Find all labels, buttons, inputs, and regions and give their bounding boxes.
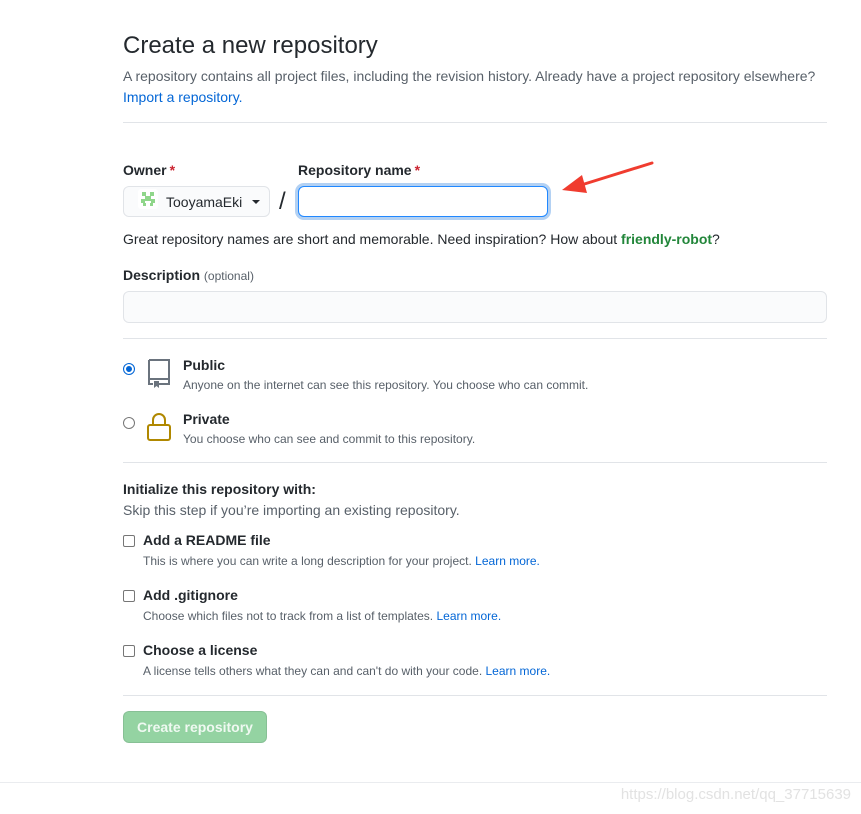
public-radio[interactable] (123, 363, 135, 375)
owner-name: TooyamaEki (166, 193, 243, 210)
gitignore-option-title: Add .gitignore (143, 587, 238, 603)
readme-checkbox[interactable] (123, 535, 135, 547)
public-option-note: Anyone on the internet can see this repo… (183, 378, 589, 392)
readme-option-note: This is where you can write a long descr… (143, 554, 540, 568)
annotation-arrow-icon (562, 161, 654, 193)
footer-divider (0, 782, 861, 783)
private-radio[interactable] (123, 417, 135, 429)
license-option-title: Choose a license (143, 642, 258, 658)
owner-repo-separator: / (279, 188, 286, 215)
repo-name-label: Repository name * (298, 162, 420, 178)
optional-note: (optional) (203, 269, 254, 283)
readme-note-text: This is where you can write a long descr… (143, 554, 472, 568)
description-input[interactable] (123, 291, 827, 323)
divider (123, 462, 827, 463)
init-heading: Initialize this repository with: (123, 481, 316, 497)
description-label-text: Description (123, 267, 201, 283)
license-option-note: A license tells others what they can and… (143, 664, 550, 678)
divider (123, 338, 827, 339)
owner-avatar-icon (138, 189, 158, 214)
license-checkbox[interactable] (123, 645, 135, 657)
private-option-note: You choose who can see and commit to thi… (183, 432, 476, 446)
readme-option-title: Add a README file (143, 532, 271, 548)
license-note-text: A license tells others what they can and… (143, 664, 483, 678)
chevron-down-icon (252, 199, 261, 204)
description-label: Description (optional) (123, 267, 254, 283)
repo-name-hint-text: Great repository names are short and mem… (123, 231, 622, 247)
gitignore-option-note: Choose which files not to track from a l… (143, 609, 501, 623)
page-title: Create a new repository (123, 32, 378, 59)
repository-name-input[interactable] (298, 186, 548, 217)
init-subheading: Skip this step if you’re importing an ex… (123, 502, 460, 518)
name-suggestion-link[interactable]: friendly-robot (621, 231, 712, 247)
page-description-text: A repository contains all project files,… (123, 68, 816, 84)
page-description: A repository contains all project files,… (123, 66, 823, 108)
owner-dropdown[interactable]: TooyamaEki (123, 186, 270, 217)
private-option-title: Private (183, 411, 230, 427)
owner-label-text: Owner (123, 162, 167, 178)
import-repository-link[interactable]: Import a repository. (123, 89, 243, 105)
license-learn-more-link[interactable]: Learn more. (486, 664, 551, 678)
create-repository-button[interactable]: Create repository (123, 711, 267, 743)
watermark: https://blog.csdn.net/qq_37715639 (620, 786, 851, 803)
divider (123, 695, 827, 696)
readme-learn-more-link[interactable]: Learn more. (475, 554, 540, 568)
owner-label: Owner * (123, 162, 175, 178)
repo-icon (146, 357, 172, 394)
repo-name-hint-end: ? (712, 231, 720, 247)
gitignore-checkbox[interactable] (123, 590, 135, 602)
lock-icon (146, 411, 172, 448)
public-option-title: Public (183, 357, 226, 373)
gitignore-note-text: Choose which files not to track from a l… (143, 609, 434, 623)
required-mark: * (169, 162, 176, 178)
divider (123, 122, 827, 123)
gitignore-learn-more-link[interactable]: Learn more. (436, 609, 501, 623)
repo-name-hint: Great repository names are short and mem… (123, 231, 720, 247)
required-mark: * (414, 162, 421, 178)
repo-name-label-text: Repository name (298, 162, 412, 178)
